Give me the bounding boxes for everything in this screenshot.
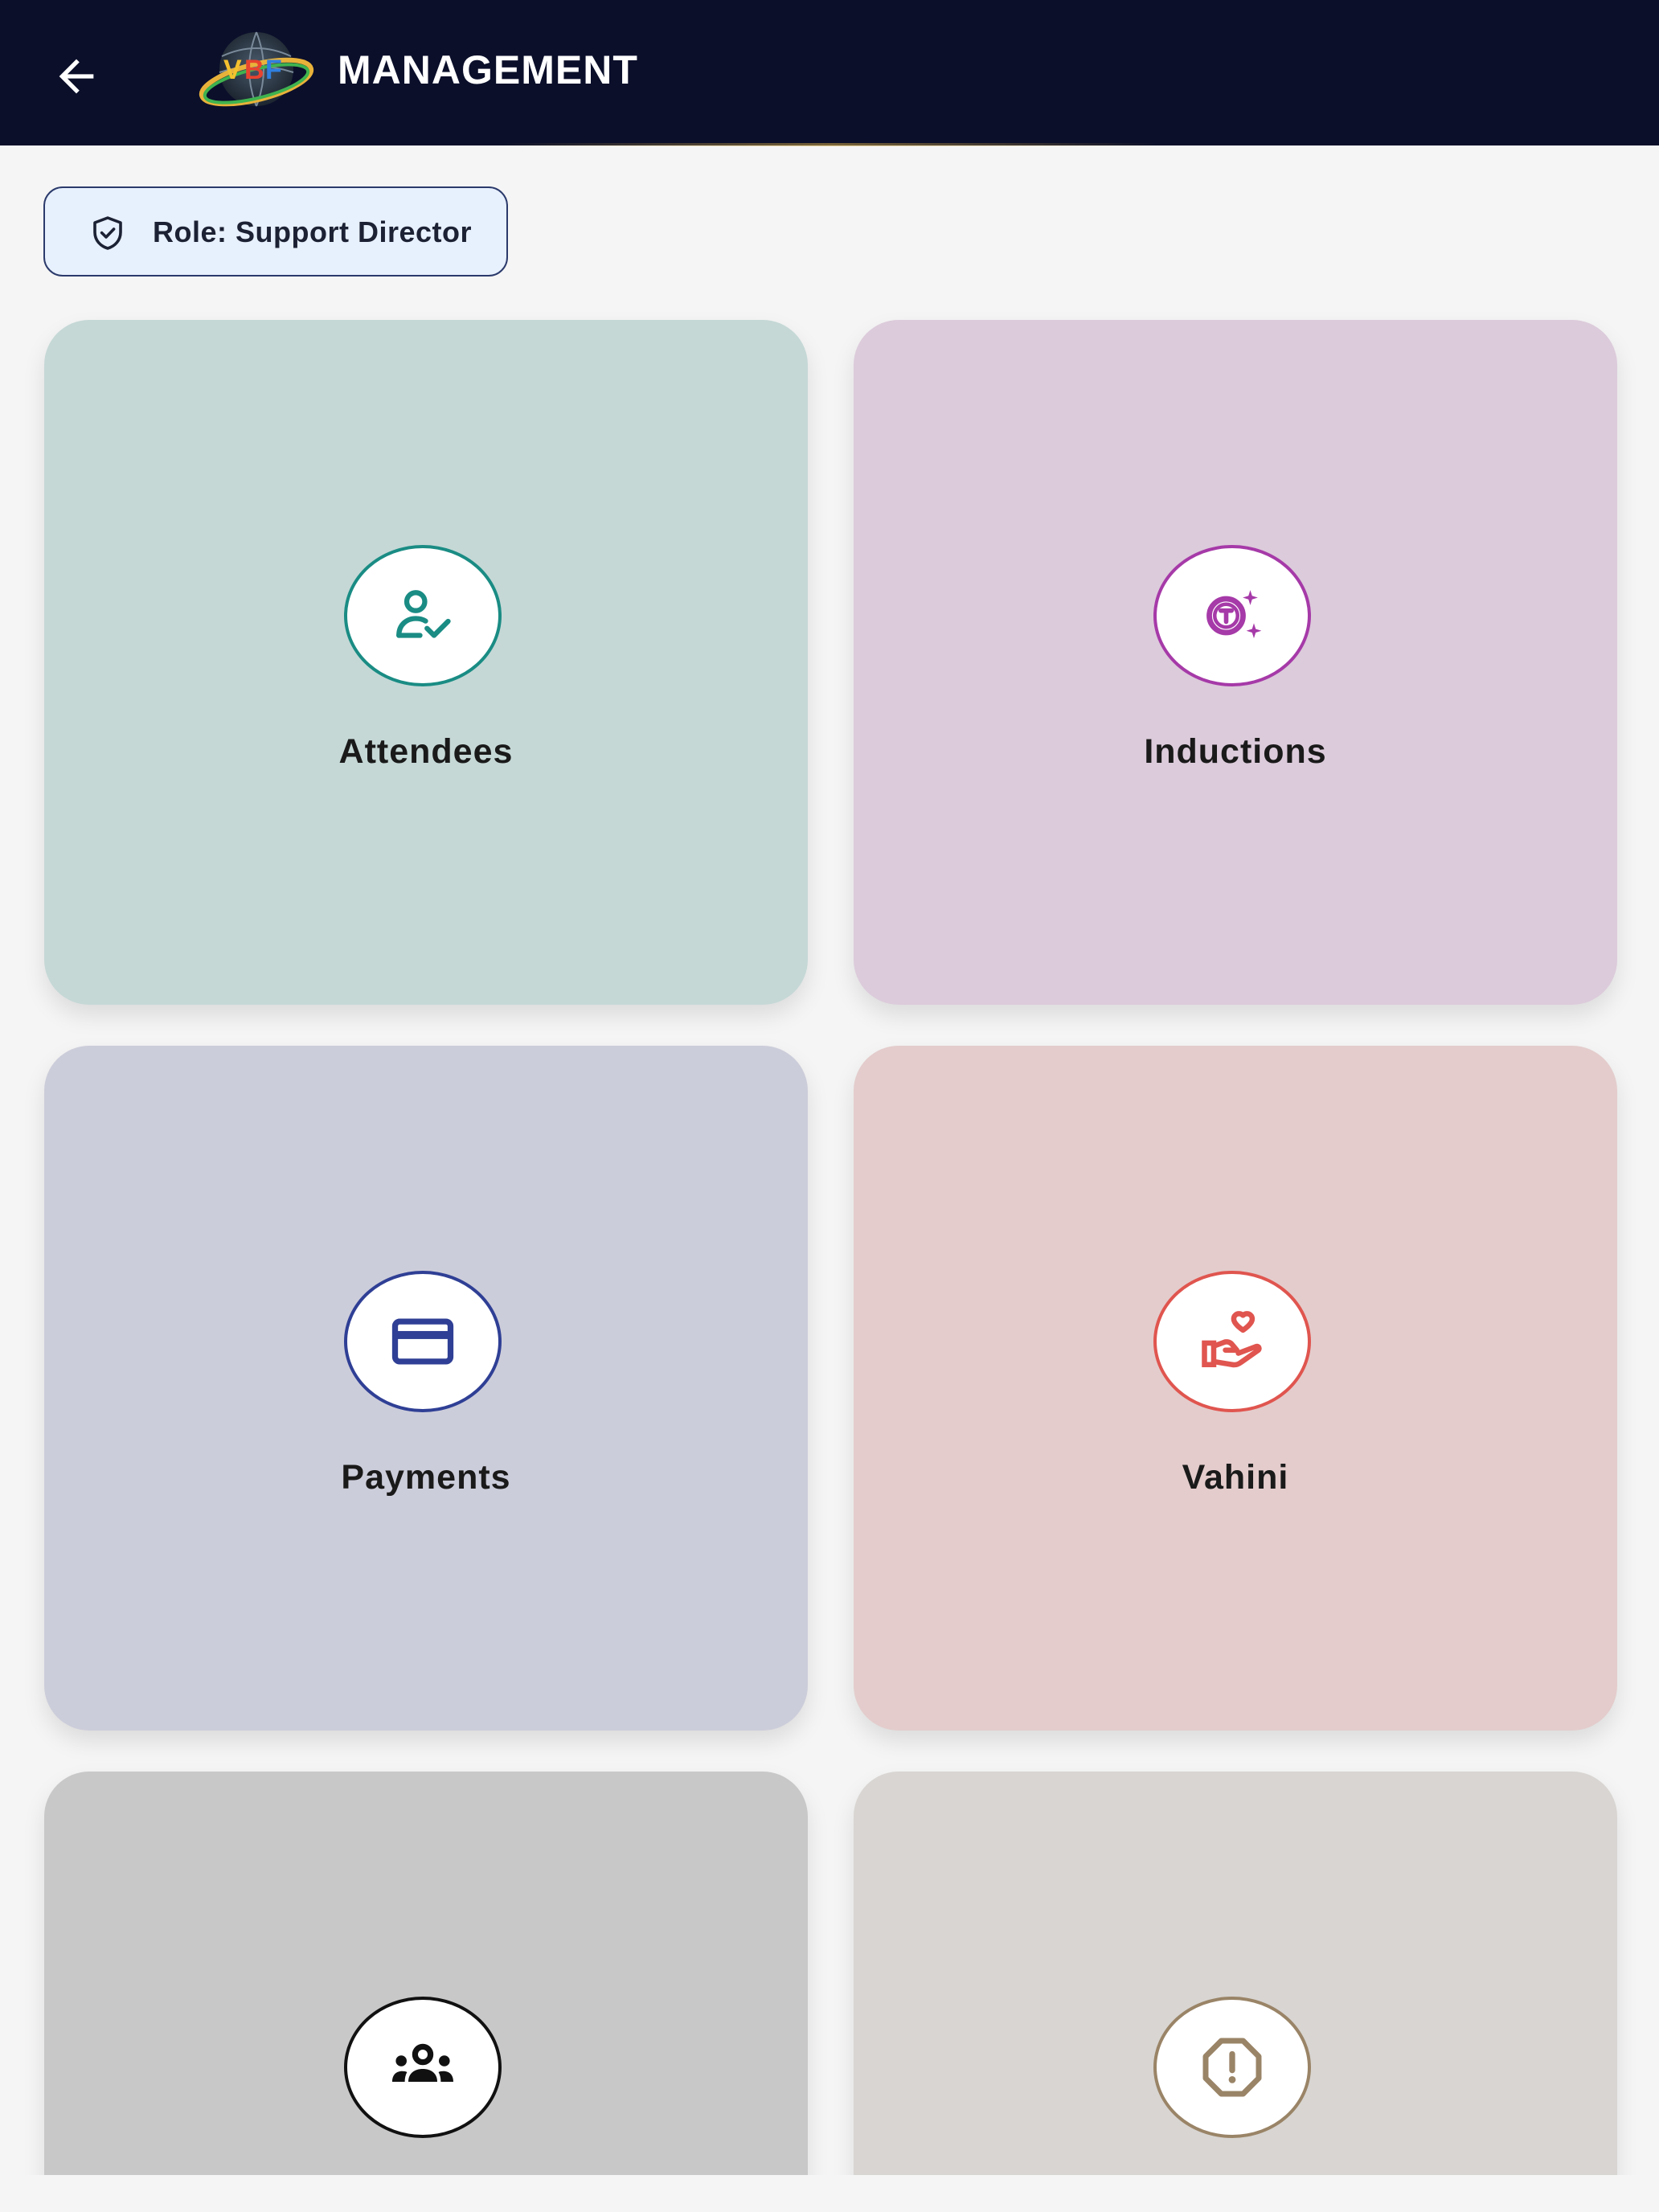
icon-circle [344,545,502,686]
back-button[interactable] [40,40,113,113]
shield-check-icon [93,216,122,250]
card-label: Vahini [1182,1458,1289,1497]
app-bar: V B F MANAGEMENT [0,0,1659,146]
credit-card-icon [391,1318,454,1365]
bottom-edge [0,2175,1659,2212]
card-attendees[interactable]: Attendees [44,320,808,1005]
card-inductions[interactable]: Inductions [854,320,1617,1005]
card-alerts[interactable] [854,1772,1617,2212]
icon-circle [344,1271,502,1412]
svg-text:F: F [265,55,282,85]
card-label: Payments [341,1458,511,1497]
svg-text:V: V [223,55,242,85]
card-label: Attendees [338,732,514,771]
person-check-icon [396,590,451,638]
group-icon [392,2043,453,2082]
card-vahini[interactable]: Vahini [854,1046,1617,1731]
icon-circle [1153,1271,1311,1412]
management-screen: V B F MANAGEMENT Role: Support Director … [0,0,1659,2212]
card-group[interactable] [44,1772,808,2212]
card-label: Inductions [1144,732,1327,771]
svg-text:B: B [244,55,264,85]
role-badge: Role: Support Director [43,186,508,276]
alert-octagon-icon [1202,2038,1262,2097]
arrow-left-icon [59,59,94,94]
appbar-accent-line [0,143,1659,146]
icon-circle [344,1997,502,2138]
icon-circle [1153,1997,1311,2138]
hand-heart-icon [1202,1311,1262,1368]
token-sparkle-icon [1206,590,1262,639]
card-payments[interactable]: Payments [44,1046,808,1731]
icon-circle [1153,545,1311,686]
role-label: Role: Support Director [153,215,473,248]
page-title: MANAGEMENT [338,47,638,92]
vbf-logo: V B F [198,24,315,121]
